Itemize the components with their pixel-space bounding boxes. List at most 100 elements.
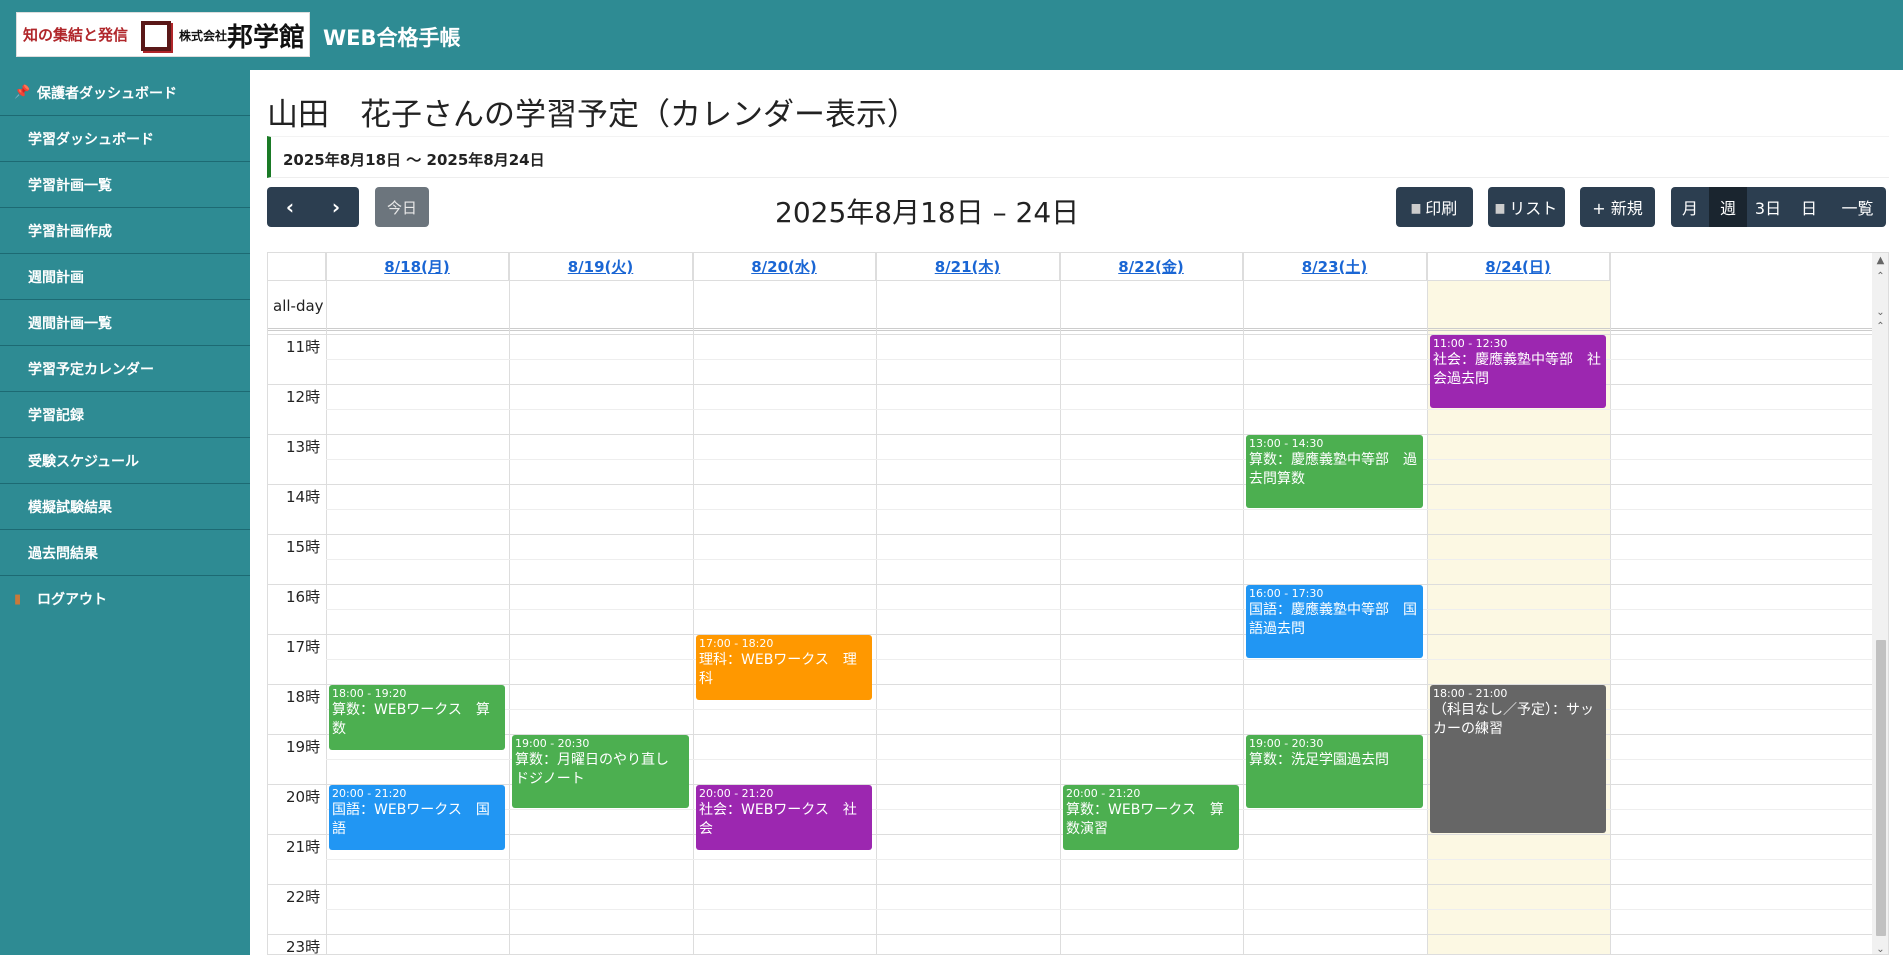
sidebar-item-weekly-plan-list[interactable]: 週間計画一覧 bbox=[0, 300, 250, 346]
view-list-button[interactable]: 一覧 bbox=[1829, 187, 1886, 227]
sidebar-item-past-exam-results[interactable]: 過去問結果 bbox=[0, 530, 250, 576]
scroll-up-icon[interactable]: ▲ bbox=[1872, 253, 1888, 267]
sidebar-item-label: 受験スケジュール bbox=[28, 453, 140, 470]
hour-label: 19時 bbox=[286, 738, 321, 756]
sidebar-item-mock-results[interactable]: 模擬試験結果 bbox=[0, 484, 250, 530]
day-header[interactable]: 8/18(月) bbox=[326, 253, 509, 281]
calendar-scrollbar[interactable]: ▲ ⌃ ⌄ ⌃ ⌄ bbox=[1872, 253, 1888, 955]
hour-label: 12時 bbox=[286, 388, 321, 406]
hour-label: 21時 bbox=[286, 838, 321, 856]
logo-tagline: 知の集結と発信 bbox=[23, 26, 129, 44]
event-time: 18:00 - 19:20 bbox=[332, 687, 407, 700]
event-time: 20:00 - 21:20 bbox=[699, 787, 774, 800]
time-axis-header bbox=[268, 253, 326, 281]
sidebar-item-plan-list[interactable]: 学習計画一覧 bbox=[0, 162, 250, 208]
sidebar-item-label: 過去問結果 bbox=[28, 545, 98, 562]
day-link[interactable]: 8/22(金) bbox=[1118, 256, 1184, 277]
event-title: 算数：慶應義塾中等部 過去問算数 bbox=[1249, 452, 1417, 487]
hour-line bbox=[268, 584, 1872, 585]
calendar-event[interactable]: 20:00 - 21:20 国語：WEBワークス 国語 bbox=[329, 785, 505, 850]
sidebar-item-calendar[interactable]: 学習予定カレンダー bbox=[0, 346, 250, 392]
day-link[interactable]: 8/23(土) bbox=[1302, 256, 1368, 277]
scroll-up-icon[interactable]: ⌃ bbox=[1872, 319, 1888, 333]
view-3day-button[interactable]: 3日 bbox=[1747, 187, 1789, 227]
event-time: 19:00 - 20:30 bbox=[1249, 737, 1324, 750]
day-header[interactable]: 8/19(火) bbox=[509, 253, 693, 281]
event-time: 11:00 - 12:30 bbox=[1433, 337, 1508, 350]
day-header[interactable]: 8/21(木) bbox=[876, 253, 1060, 281]
sidebar-item-label: 学習予定カレンダー bbox=[28, 361, 154, 378]
printer-icon: ▆ bbox=[1495, 200, 1505, 214]
event-time: 20:00 - 21:20 bbox=[332, 787, 407, 800]
hour-label: 15時 bbox=[286, 538, 321, 556]
calendar-event[interactable]: 11:00 - 12:30 社会：慶應義塾中等部 社会過去問 bbox=[1430, 335, 1606, 408]
day-header[interactable]: 8/24(日) bbox=[1427, 253, 1610, 281]
prev-next-group: ‹ › bbox=[267, 187, 359, 227]
page-title: 山田 花子さんの学習予定（カレンダー表示） bbox=[267, 97, 918, 133]
day-link[interactable]: 8/24(日) bbox=[1485, 256, 1551, 277]
event-title: 社会：WEBワークス 社会 bbox=[699, 802, 857, 837]
day-header[interactable]: 8/20(水) bbox=[693, 253, 876, 281]
today-button[interactable]: 今日 bbox=[375, 187, 429, 227]
hour-line bbox=[268, 434, 1872, 435]
day-link[interactable]: 8/18(月) bbox=[384, 256, 450, 277]
sidebar-item-study-dashboard[interactable]: 学習ダッシュボード bbox=[0, 116, 250, 162]
view-day-button[interactable]: 日 bbox=[1789, 187, 1829, 227]
print-button[interactable]: ▆ 印刷 bbox=[1396, 187, 1473, 227]
hour-label: 22時 bbox=[286, 888, 321, 906]
app-header: 知の集結と発信 株式会社 邦学館 WEB合格手帳 bbox=[0, 0, 1903, 70]
calendar-event[interactable]: 19:00 - 20:30 算数：月曜日のやり直し ドジノート bbox=[512, 735, 689, 808]
day-link[interactable]: 8/21(木) bbox=[935, 256, 1001, 277]
half-hour-line bbox=[326, 609, 1872, 610]
event-title: 社会：慶應義塾中等部 社会過去問 bbox=[1433, 352, 1601, 387]
hour-line bbox=[268, 384, 1872, 385]
prev-button[interactable]: ‹ bbox=[267, 187, 313, 227]
day-header[interactable]: 8/23(土) bbox=[1243, 253, 1427, 281]
day-link[interactable]: 8/19(火) bbox=[568, 256, 634, 277]
scroll-down-icon[interactable]: ⌄ bbox=[1872, 942, 1888, 955]
half-hour-line bbox=[326, 459, 1872, 460]
calendar-event[interactable]: 20:00 - 21:20 算数：WEBワークス 算数演習 bbox=[1063, 785, 1239, 850]
sidebar-item-parent-dashboard[interactable]: 📌 保護者ダッシュボード bbox=[0, 70, 250, 116]
day-header[interactable]: 8/22(金) bbox=[1060, 253, 1243, 281]
half-hour-line bbox=[326, 559, 1872, 560]
sidebar-item-weekly-plan[interactable]: 週間計画 bbox=[0, 254, 250, 300]
calendar-event[interactable]: 18:00 - 19:20 算数：WEBワークス 算数 bbox=[329, 685, 505, 750]
chevron-up-icon[interactable]: ⌃ bbox=[1872, 269, 1888, 283]
sidebar-item-label: 週間計画一覧 bbox=[28, 315, 112, 332]
new-event-button[interactable]: + 新規 bbox=[1580, 187, 1655, 227]
list-label: リスト bbox=[1509, 199, 1558, 218]
sidebar-item-label: 学習ダッシュボード bbox=[28, 131, 154, 148]
calendar-event[interactable]: 20:00 - 21:20 社会：WEBワークス 社会 bbox=[696, 785, 872, 850]
view-month-button[interactable]: 月 bbox=[1671, 187, 1709, 227]
allday-label: all-day bbox=[273, 297, 324, 315]
calendar-event[interactable]: 19:00 - 20:30 算数：洗足学園過去問 bbox=[1246, 735, 1423, 808]
chevron-down-icon[interactable]: ⌄ bbox=[1872, 305, 1888, 319]
calendar-event[interactable]: 13:00 - 14:30 算数：慶應義塾中等部 過去問算数 bbox=[1246, 435, 1423, 508]
hour-label: 13時 bbox=[286, 438, 321, 456]
list-button[interactable]: ▆ リスト bbox=[1488, 187, 1565, 227]
day-link[interactable]: 8/20(水) bbox=[751, 256, 817, 277]
calendar-event[interactable]: 17:00 - 18:20 理科：WEBワークス 理科 bbox=[696, 635, 872, 700]
sidebar: 📌 保護者ダッシュボード 学習ダッシュボード 学習計画一覧 学習計画作成 週間計… bbox=[0, 70, 250, 955]
event-title: （科目なし／予定）：サッカーの練習 bbox=[1433, 702, 1594, 737]
hour-label: 20時 bbox=[286, 788, 321, 806]
sidebar-item-logout[interactable]: ▮ ログアウト bbox=[0, 576, 250, 622]
half-hour-line bbox=[326, 359, 1872, 360]
sidebar-item-exam-schedule[interactable]: 受験スケジュール bbox=[0, 438, 250, 484]
calendar-event[interactable]: 18:00 - 21:00 （科目なし／予定）：サッカーの練習 bbox=[1430, 685, 1606, 833]
next-button[interactable]: › bbox=[313, 187, 359, 227]
sidebar-item-label: 模擬試験結果 bbox=[28, 499, 112, 516]
hour-label: 18時 bbox=[286, 688, 321, 706]
app-title[interactable]: WEB合格手帳 bbox=[323, 22, 461, 52]
event-title: 国語：WEBワークス 国語 bbox=[332, 802, 490, 837]
sidebar-item-study-record[interactable]: 学習記録 bbox=[0, 392, 250, 438]
logo-company: 株式会社 bbox=[179, 29, 228, 43]
calendar-event[interactable]: 16:00 - 17:30 国語：慶應義塾中等部 国語過去問 bbox=[1246, 585, 1423, 658]
sidebar-item-label: 学習計画一覧 bbox=[28, 177, 112, 194]
print-label: 印刷 bbox=[1425, 199, 1458, 218]
scrollbar-thumb[interactable] bbox=[1876, 640, 1886, 936]
company-logo[interactable]: 知の集結と発信 株式会社 邦学館 bbox=[16, 12, 310, 57]
view-week-button[interactable]: 週 bbox=[1709, 187, 1747, 227]
sidebar-item-plan-create[interactable]: 学習計画作成 bbox=[0, 208, 250, 254]
